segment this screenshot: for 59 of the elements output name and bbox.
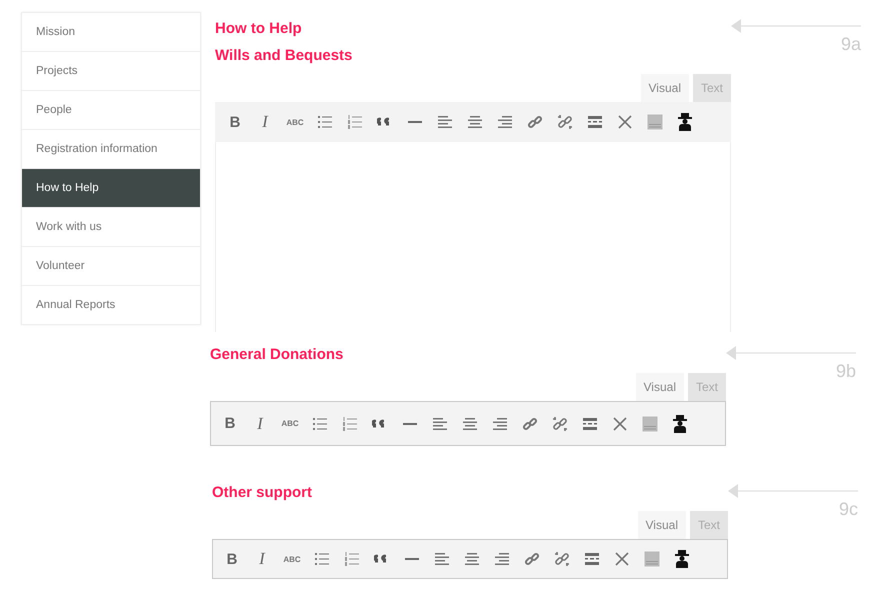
read-more-icon[interactable] (584, 551, 600, 567)
bullet-list-icon[interactable] (312, 416, 328, 432)
editor-tab[interactable]: Visual (638, 511, 686, 539)
link-icon[interactable] (527, 114, 543, 130)
read-more-icon[interactable] (582, 416, 598, 432)
sidebar-item[interactable]: Mission (22, 13, 200, 52)
link-icon[interactable] (524, 551, 540, 567)
bold-button[interactable]: B (220, 114, 250, 130)
bullet-list-icon[interactable] (317, 114, 333, 130)
section-heading: Other support (212, 484, 313, 502)
numbered-list-icon[interactable] (342, 416, 358, 432)
strikethrough-button[interactable]: ABC (277, 554, 307, 564)
person-icon[interactable] (676, 113, 694, 131)
unlink-icon[interactable] (552, 416, 568, 432)
italic-button[interactable]: I (250, 112, 280, 132)
numbered-list-icon[interactable] (347, 114, 363, 130)
section-heading: How to Help (215, 20, 303, 38)
section-heading: General Donations (210, 346, 344, 364)
italic-button[interactable]: I (245, 414, 275, 434)
left-arrow-icon (728, 484, 858, 498)
left-arrow-icon (731, 19, 861, 33)
bullet-list-icon[interactable] (314, 551, 330, 567)
align-center-icon[interactable] (462, 416, 478, 432)
editor-tab[interactable]: Visual (640, 74, 689, 102)
read-more-icon[interactable] (587, 114, 603, 130)
bold-button[interactable]: B (215, 415, 245, 432)
sidebar-item[interactable]: People (22, 91, 200, 130)
editor-tab[interactable]: Visual (636, 373, 684, 401)
strikethrough-button[interactable]: ABC (275, 419, 305, 428)
sidebar-item[interactable]: How to Help (22, 169, 200, 208)
sidebar-item[interactable]: Projects (22, 52, 200, 91)
section-heading: Wills and Bequests (215, 47, 354, 65)
person-icon[interactable] (671, 414, 689, 432)
align-right-icon[interactable] (497, 114, 513, 130)
sidebar-item[interactable]: Annual Reports (22, 286, 200, 324)
align-left-icon[interactable] (432, 416, 448, 432)
toolbar-toggle-icon[interactable] (647, 114, 663, 130)
fullscreen-icon[interactable] (612, 416, 628, 432)
align-right-icon[interactable] (492, 416, 508, 432)
strikethrough-button[interactable]: ABC (280, 118, 310, 126)
align-left-icon[interactable] (437, 114, 453, 130)
toolbar-toggle-icon[interactable] (642, 416, 658, 432)
bold-button[interactable]: B (217, 550, 247, 568)
align-center-icon[interactable] (467, 114, 483, 130)
person-icon[interactable] (673, 550, 691, 568)
numbered-list-icon[interactable] (344, 551, 360, 567)
fullscreen-icon[interactable] (617, 114, 633, 130)
align-center-icon[interactable] (464, 551, 480, 567)
unlink-icon[interactable] (554, 551, 570, 567)
link-icon[interactable] (522, 416, 538, 432)
left-arrow-icon (726, 346, 856, 360)
italic-button[interactable]: I (247, 549, 277, 569)
sidebar-item[interactable]: Work with us (22, 208, 200, 247)
sidebar-item[interactable]: Volunteer (22, 247, 200, 286)
align-left-icon[interactable] (434, 551, 450, 567)
align-right-icon[interactable] (494, 551, 510, 567)
toolbar-toggle-icon[interactable] (644, 551, 660, 567)
fullscreen-icon[interactable] (614, 551, 630, 567)
unlink-icon[interactable] (557, 114, 573, 130)
